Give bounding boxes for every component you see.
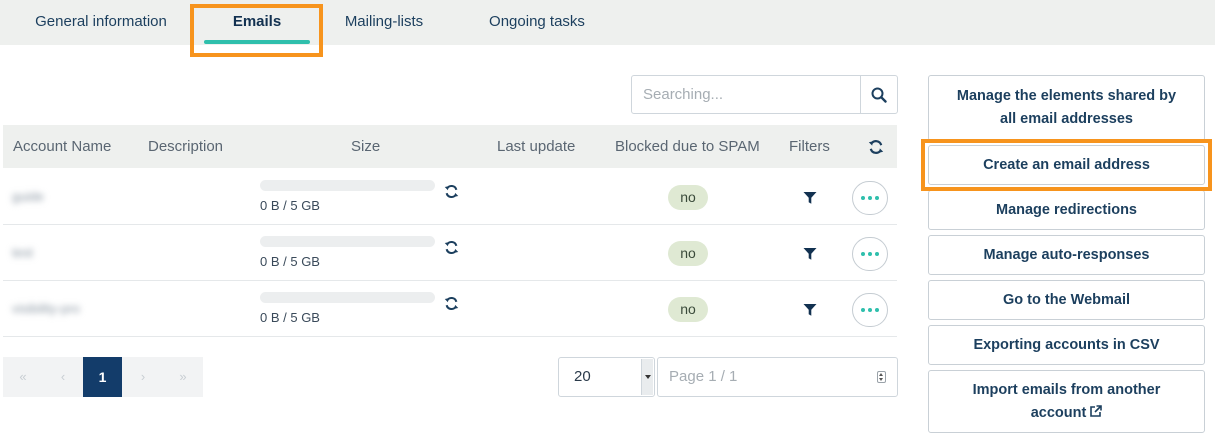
spinner-icon[interactable]: [877, 371, 886, 383]
per-page-value: 20: [574, 368, 591, 385]
import-emails-button[interactable]: Import emails from another account: [928, 370, 1205, 433]
next-page-button[interactable]: ›: [123, 357, 163, 397]
manage-shared-elements-button[interactable]: Manage the elements shared by all email …: [928, 75, 1205, 141]
more-options-button[interactable]: [852, 181, 888, 215]
more-options-icon: [861, 252, 865, 256]
spam-status-badge: no: [668, 241, 708, 266]
filter-icon[interactable]: [803, 191, 817, 205]
header-filters: Filters: [789, 138, 830, 155]
button-label: Manage the elements shared by all email …: [956, 88, 1177, 127]
usage-bar: [260, 236, 435, 247]
manage-redirections-button[interactable]: Manage redirections: [928, 190, 1205, 230]
size-value: 0 B / 5 GB: [260, 310, 320, 325]
spam-status-badge: no: [668, 297, 708, 322]
refresh-icon[interactable]: [868, 139, 884, 155]
external-link-icon: [1090, 404, 1103, 417]
page-number-input[interactable]: Page 1 / 1: [657, 357, 898, 397]
header-last-update[interactable]: Last update: [497, 125, 575, 168]
button-label: Go to the Webmail: [1002, 291, 1131, 308]
account-name[interactable]: test: [12, 245, 33, 260]
button-label: Manage auto-responses: [983, 246, 1150, 263]
active-tab-indicator: [204, 40, 310, 44]
table-row: test 0 B / 5 GB no: [3, 225, 897, 281]
current-page-button[interactable]: 1: [83, 357, 122, 397]
button-label: Create an email address: [983, 156, 1150, 173]
tab-mailing-lists[interactable]: Mailing-lists: [340, 0, 428, 45]
search-box: [631, 75, 898, 114]
header-description[interactable]: Description: [148, 125, 223, 168]
size-value: 0 B / 5 GB: [260, 254, 320, 269]
search-icon: [871, 87, 887, 103]
more-options-button[interactable]: [852, 293, 888, 327]
refresh-icon[interactable]: [444, 184, 459, 199]
tab-ongoing-tasks[interactable]: Ongoing tasks: [486, 0, 588, 45]
usage-bar: [260, 180, 435, 191]
table-row: guide 0 B / 5 GB no: [3, 169, 897, 225]
more-options-button[interactable]: [852, 237, 888, 271]
header-blocked-spam[interactable]: Blocked due to SPAM: [615, 125, 760, 168]
button-label: Manage redirections: [995, 201, 1137, 218]
button-label: Exporting accounts in CSV: [973, 336, 1160, 353]
filter-icon[interactable]: [803, 303, 817, 317]
spam-status-badge: no: [668, 185, 708, 210]
size-value: 0 B / 5 GB: [260, 198, 320, 213]
table-header: Account Name Description Size Last updat…: [3, 125, 897, 168]
search-button[interactable]: [860, 76, 897, 113]
usage-bar: [260, 292, 435, 303]
refresh-icon[interactable]: [444, 240, 459, 255]
export-csv-button[interactable]: Exporting accounts in CSV: [928, 325, 1205, 365]
table-row: visibility-pro 0 B / 5 GB no: [3, 281, 897, 337]
first-page-button[interactable]: «: [3, 357, 43, 397]
page-info: Page 1 / 1: [669, 368, 738, 385]
refresh-icon[interactable]: [444, 296, 459, 311]
tab-bar: General information Emails Mailing-lists…: [0, 0, 1215, 45]
go-to-webmail-button[interactable]: Go to the Webmail: [928, 280, 1205, 320]
last-page-button[interactable]: »: [163, 357, 203, 397]
create-email-address-button[interactable]: Create an email address: [928, 145, 1205, 185]
more-options-icon: [861, 196, 865, 200]
account-name[interactable]: guide: [12, 189, 44, 204]
per-page-select[interactable]: 20: [558, 357, 655, 397]
header-size[interactable]: Size: [351, 125, 380, 168]
account-name[interactable]: visibility-pro: [12, 301, 80, 316]
tab-emails[interactable]: Emails: [204, 0, 310, 45]
search-input[interactable]: [632, 76, 862, 113]
button-label: Import emails from another account: [972, 381, 1161, 421]
filter-icon[interactable]: [803, 247, 817, 261]
chevron-down-icon: [641, 359, 653, 395]
header-account-name[interactable]: Account Name: [13, 125, 111, 168]
prev-page-button[interactable]: ‹: [43, 357, 83, 397]
pagination: « ‹ 1 › »: [3, 357, 203, 397]
more-options-icon: [861, 308, 865, 312]
manage-auto-responses-button[interactable]: Manage auto-responses: [928, 235, 1205, 275]
tab-general-information[interactable]: General information: [30, 0, 172, 45]
